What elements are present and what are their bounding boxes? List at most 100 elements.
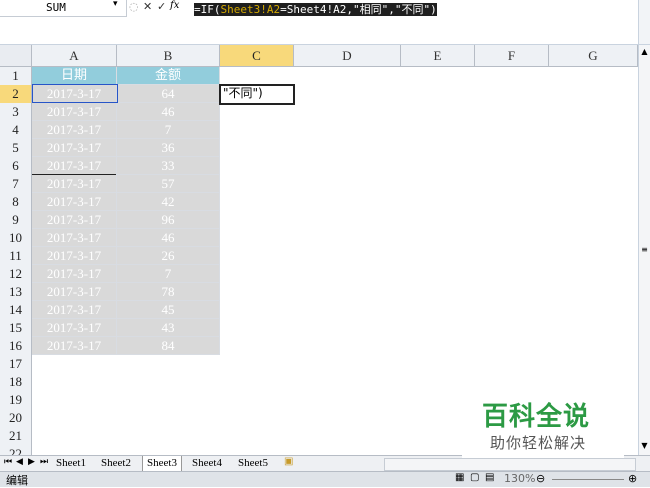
row-header[interactable]: 17 xyxy=(0,355,32,374)
row-header[interactable]: 3 xyxy=(0,103,32,122)
data-cell-date[interactable]: 2017-3-17 xyxy=(32,121,117,139)
status-bar: 编辑 ▦ ▢ ▤ 130% ⊖ ⊕ xyxy=(0,471,650,487)
row-header[interactable]: 13 xyxy=(0,283,32,302)
data-cell-amount[interactable]: 45 xyxy=(117,301,220,319)
cell-b1[interactable]: 金额 xyxy=(117,67,220,85)
formula-buttons: ◌ ✕ ✓ fx xyxy=(127,0,185,16)
tab-nav-prev-icon[interactable]: ◀ xyxy=(16,456,23,467)
row-header[interactable]: 2 xyxy=(0,85,32,104)
data-cell-amount[interactable]: 43 xyxy=(117,319,220,337)
page-layout-icon[interactable]: ▢ xyxy=(470,472,479,483)
reference-highlight-a2 xyxy=(32,84,118,103)
tab-sheet3[interactable]: Sheet3 xyxy=(142,456,182,472)
tab-sheet5[interactable]: Sheet5 xyxy=(234,456,272,471)
active-cell-c2[interactable]: "不同") xyxy=(219,84,295,105)
row-header[interactable]: 20 xyxy=(0,409,32,428)
row-header[interactable]: 9 xyxy=(0,211,32,230)
zoom-level[interactable]: 130% xyxy=(504,472,535,485)
row-header[interactable]: 1 xyxy=(0,67,32,86)
data-cell-date[interactable]: 2017-3-17 xyxy=(32,229,117,247)
data-cell-date[interactable]: 2017-3-17 xyxy=(32,193,117,211)
row-header[interactable]: 10 xyxy=(0,229,32,248)
data-cell-amount[interactable]: 33 xyxy=(117,157,220,175)
tab-sheet1[interactable]: Sheet1 xyxy=(52,456,90,471)
normal-view-icon[interactable]: ▦ xyxy=(455,472,464,483)
data-cell-date[interactable]: 2017-3-17 xyxy=(32,103,117,121)
data-cell-date[interactable]: 2017-3-17 xyxy=(32,265,117,283)
row-header[interactable]: 7 xyxy=(0,175,32,194)
row-header[interactable]: 11 xyxy=(0,247,32,266)
column-header-a[interactable]: A xyxy=(32,45,117,67)
formula-bar: SUM ▾ ◌ ✕ ✓ fx =IF(Sheet3!A2=Sheet4!A2,"… xyxy=(0,0,650,45)
row-header[interactable]: 4 xyxy=(0,121,32,140)
data-cell-date[interactable]: 2017-3-17 xyxy=(32,211,117,229)
row-header[interactable]: 18 xyxy=(0,373,32,392)
zoom-out-icon[interactable]: ⊖ xyxy=(536,472,545,485)
vertical-scrollbar[interactable]: ▲ ≡ ▼ xyxy=(638,45,650,455)
row-header[interactable]: 15 xyxy=(0,319,32,338)
data-cell-amount[interactable]: 46 xyxy=(117,229,220,247)
data-cell-date[interactable]: 2017-3-17 xyxy=(32,247,117,265)
column-header-c[interactable]: C xyxy=(220,45,294,67)
scroll-down-icon[interactable]: ▼ xyxy=(640,441,649,453)
tab-sheet2[interactable]: Sheet2 xyxy=(97,456,135,471)
watermark-subtitle: 助你轻松解决 xyxy=(490,434,587,452)
data-cell-date[interactable]: 2017-3-17 xyxy=(32,283,117,301)
data-cell-amount[interactable]: 7 xyxy=(117,121,220,139)
scroll-up-icon[interactable]: ▲ xyxy=(640,47,649,59)
cell-border-line xyxy=(32,174,116,175)
column-header-g[interactable]: G xyxy=(549,45,638,67)
cancel-icon[interactable]: ✕ xyxy=(143,0,152,13)
data-cell-amount[interactable]: 57 xyxy=(117,175,220,193)
page-break-icon[interactable]: ▤ xyxy=(485,472,494,483)
data-cell-amount[interactable]: 96 xyxy=(117,211,220,229)
row-header[interactable]: 6 xyxy=(0,157,32,176)
row-header[interactable]: 14 xyxy=(0,301,32,320)
column-header-b[interactable]: B xyxy=(117,45,220,67)
tab-nav-last-icon[interactable]: ⏭ xyxy=(40,456,48,467)
zoom-slider[interactable] xyxy=(552,479,624,480)
data-cell-amount[interactable]: 64 xyxy=(117,85,220,103)
row-header[interactable]: 19 xyxy=(0,391,32,410)
data-cell-amount[interactable]: 26 xyxy=(117,247,220,265)
cell-a1[interactable]: 日期 xyxy=(32,67,117,85)
data-cell-amount[interactable]: 84 xyxy=(117,337,220,355)
formula-bar-expand[interactable] xyxy=(638,0,650,44)
data-cell-amount[interactable]: 42 xyxy=(117,193,220,211)
row-header[interactable]: 16 xyxy=(0,337,32,356)
chevron-down-icon[interactable]: ▾ xyxy=(113,0,118,9)
name-box[interactable]: SUM ▾ xyxy=(0,0,127,17)
data-cell-date[interactable]: 2017-3-17 xyxy=(32,175,117,193)
tab-nav-first-icon[interactable]: ⏮ xyxy=(4,456,12,467)
data-cell-date[interactable]: 2017-3-17 xyxy=(32,337,117,355)
data-cell-amount[interactable]: 78 xyxy=(117,283,220,301)
tab-nav-next-icon[interactable]: ▶ xyxy=(28,456,35,467)
row-header[interactable]: 5 xyxy=(0,139,32,158)
horizontal-scrollbar[interactable] xyxy=(384,458,636,471)
name-box-value: SUM xyxy=(46,1,66,14)
data-cell-amount[interactable]: 7 xyxy=(117,265,220,283)
row-header[interactable]: 8 xyxy=(0,193,32,212)
zoom-in-icon[interactable]: ⊕ xyxy=(628,472,637,485)
enter-icon[interactable]: ✓ xyxy=(157,0,166,13)
formula-rest: =Sheet4!A2,"相同","不同") xyxy=(280,3,437,16)
select-all-corner[interactable] xyxy=(0,45,32,67)
circle-icon: ◌ xyxy=(129,0,139,13)
data-cell-date[interactable]: 2017-3-17 xyxy=(32,319,117,337)
column-header-e[interactable]: E xyxy=(401,45,475,67)
insert-sheet-icon[interactable]: ▣ xyxy=(284,456,293,467)
data-cell-date[interactable]: 2017-3-17 xyxy=(32,157,117,175)
row-header[interactable]: 21 xyxy=(0,427,32,446)
data-cell-date[interactable]: 2017-3-17 xyxy=(32,301,117,319)
formula-prefix: =IF( xyxy=(194,3,221,16)
watermark: 百科全说 助你轻松解决 xyxy=(462,390,624,458)
tab-sheet4[interactable]: Sheet4 xyxy=(188,456,226,471)
column-header-d[interactable]: D xyxy=(294,45,401,67)
insert-function-icon[interactable]: fx xyxy=(170,0,179,11)
formula-input[interactable]: =IF(Sheet3!A2=Sheet4!A2,"相同","不同") xyxy=(194,1,437,17)
data-cell-amount[interactable]: 46 xyxy=(117,103,220,121)
data-cell-amount[interactable]: 36 xyxy=(117,139,220,157)
data-cell-date[interactable]: 2017-3-17 xyxy=(32,139,117,157)
column-header-f[interactable]: F xyxy=(475,45,549,67)
row-header[interactable]: 12 xyxy=(0,265,32,284)
